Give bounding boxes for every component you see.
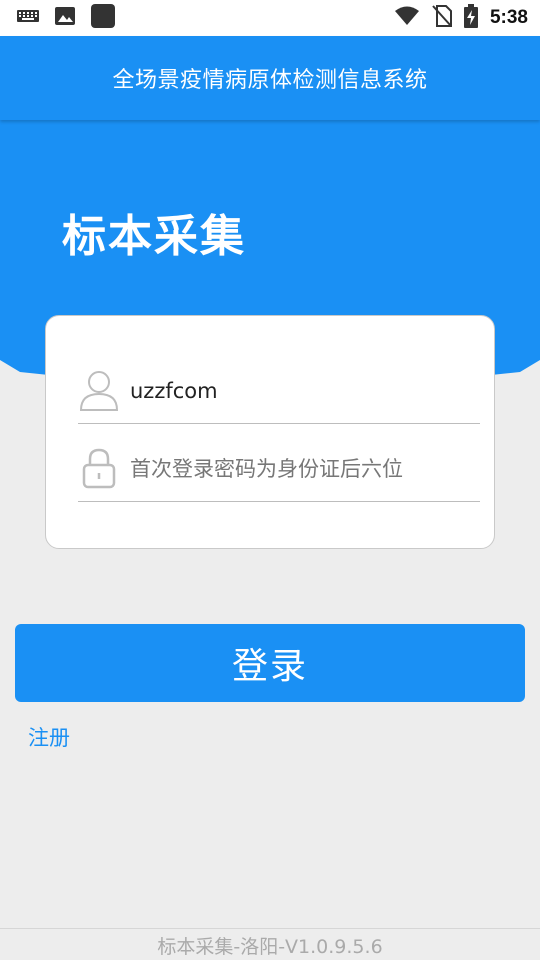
hero-title: 标本采集	[62, 211, 246, 262]
register-link[interactable]: 注册	[28, 722, 70, 752]
app-title: 全场景疫情病原体检测信息系统	[112, 68, 428, 93]
no-sim-icon	[432, 5, 452, 31]
keyboard-icon	[16, 8, 40, 28]
battery-charging-icon	[463, 4, 478, 32]
square-notification-icon	[90, 3, 116, 33]
username-field	[78, 346, 480, 424]
status-bar-left	[16, 0, 116, 36]
login-button[interactable]: 登录	[15, 624, 525, 702]
password-input[interactable]	[130, 449, 460, 489]
lock-icon	[78, 447, 120, 489]
version-text: 标本采集-洛阳-V1.0.9.5.6	[157, 936, 383, 958]
image-icon	[54, 6, 76, 30]
login-card	[45, 315, 495, 549]
status-bar: 5:38	[0, 0, 540, 36]
password-field	[78, 424, 480, 502]
wifi-icon	[394, 6, 420, 30]
username-input[interactable]	[130, 371, 460, 411]
app-header: 全场景疫情病原体检测信息系统	[0, 36, 540, 120]
user-icon	[78, 369, 120, 411]
footer-divider	[0, 928, 540, 929]
status-bar-time: 5:38	[489, 7, 528, 28]
status-bar-right: 5:38	[394, 0, 528, 36]
